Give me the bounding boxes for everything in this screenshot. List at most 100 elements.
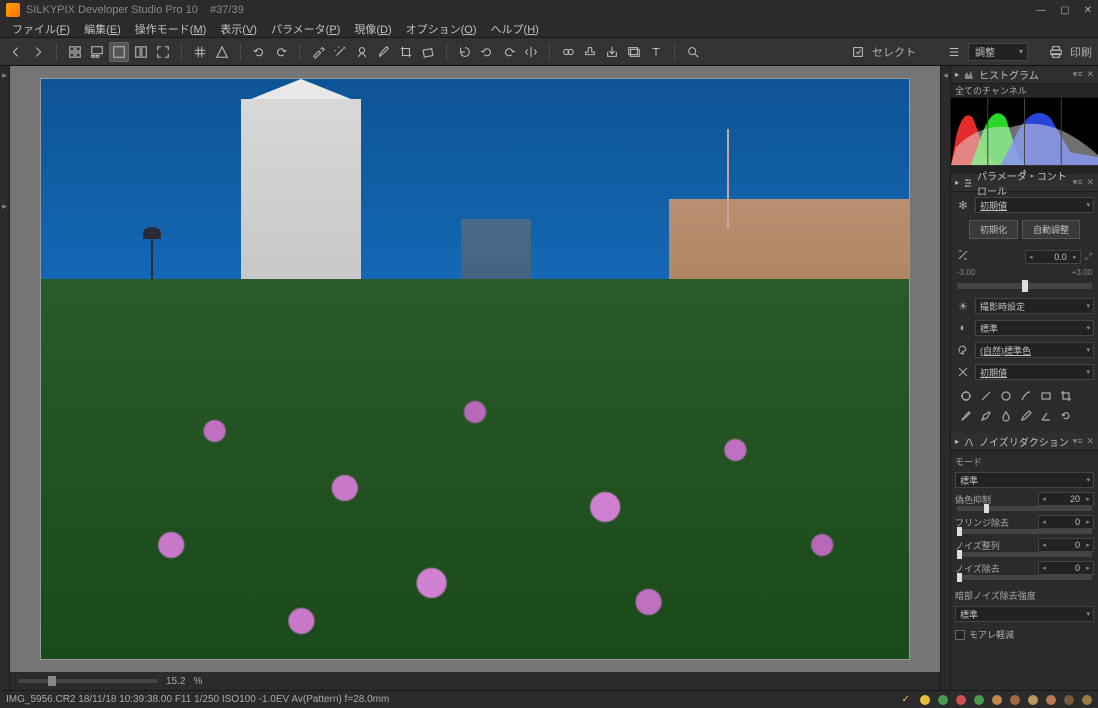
redo-icon[interactable]	[271, 42, 291, 62]
histogram-channel[interactable]: 全てのチャンネル	[951, 84, 1098, 98]
grid-icon[interactable]	[190, 42, 210, 62]
pen-icon[interactable]	[977, 407, 995, 425]
minimize-button[interactable]: —	[1036, 5, 1046, 16]
panel-menu-icon[interactable]: ▾≡	[1073, 177, 1083, 188]
edit-icon[interactable]	[1017, 407, 1035, 425]
tone-icon[interactable]	[977, 387, 995, 405]
multi-view-icon[interactable]	[131, 42, 151, 62]
highlight-icon[interactable]	[957, 387, 975, 405]
panel-menu-icon[interactable]: ▾≡	[1073, 436, 1083, 447]
noise-spinner-2[interactable]: ◂0▸	[1038, 538, 1094, 552]
menu-ファイル[interactable]: ファイル(F)	[6, 20, 76, 38]
rotate-ccw-icon[interactable]	[477, 42, 497, 62]
back-icon[interactable]	[6, 42, 26, 62]
contrast-dropdown[interactable]: 標準	[975, 320, 1094, 336]
warning-icon[interactable]	[212, 42, 232, 62]
sharp-dropdown[interactable]: 初期値	[975, 364, 1094, 380]
loupe-icon[interactable]	[683, 42, 703, 62]
skin-tone-icon[interactable]	[352, 42, 372, 62]
zoom-slider[interactable]	[18, 679, 158, 683]
select-mode-icon[interactable]	[848, 42, 868, 62]
menu-パラメータ[interactable]: パラメータ(P)	[265, 20, 346, 38]
status-dot[interactable]	[920, 695, 930, 705]
init-button[interactable]: 初期化	[969, 220, 1018, 239]
status-dot[interactable]	[1028, 695, 1038, 705]
rotate-free-icon[interactable]	[418, 42, 438, 62]
spot-icon[interactable]	[558, 42, 578, 62]
noise-slider-0[interactable]	[957, 506, 1092, 511]
curve-icon[interactable]	[1017, 387, 1035, 405]
histogram-header[interactable]: ▸ ヒストグラム ▾≡✕	[951, 66, 1098, 84]
expand-left2-icon[interactable]: ▸	[2, 201, 7, 212]
panel-close-icon[interactable]: ✕	[1086, 69, 1094, 80]
preset-dropdown[interactable]: 初期値	[975, 197, 1094, 213]
export-icon[interactable]	[602, 42, 622, 62]
eyedropper-icon[interactable]	[308, 42, 328, 62]
adjust-list-icon[interactable]	[944, 42, 964, 62]
moire-checkbox[interactable]	[955, 630, 965, 640]
undo-icon[interactable]	[249, 42, 269, 62]
layers-icon[interactable]	[624, 42, 644, 62]
menu-編集[interactable]: 編集(E)	[78, 20, 127, 38]
collapse-right-icon[interactable]: ◂	[943, 70, 948, 81]
rotate-left-icon[interactable]	[455, 42, 475, 62]
panel-close-icon[interactable]: ✕	[1086, 436, 1094, 447]
print-icon[interactable]	[1046, 42, 1066, 62]
menu-オプション[interactable]: オプション(O)	[400, 20, 483, 38]
crop-icon[interactable]	[396, 42, 416, 62]
expand-icon[interactable]: ⤢	[1085, 251, 1092, 262]
exposure-spinner[interactable]: ◂0.0▸	[1025, 250, 1081, 264]
noise-spinner-1[interactable]: ◂0▸	[1038, 515, 1094, 529]
flip-icon[interactable]	[521, 42, 541, 62]
status-dot[interactable]	[974, 695, 984, 705]
panel-close-icon[interactable]: ✕	[1086, 177, 1094, 188]
forward-icon[interactable]	[28, 42, 48, 62]
color-dropdown[interactable]: (自然)標準色	[975, 342, 1094, 358]
noise-spinner-0[interactable]: ◂20▸	[1038, 492, 1094, 506]
param-header[interactable]: ▸ パラメータ・コントロール ▾≡✕	[951, 174, 1098, 192]
menu-操作モード[interactable]: 操作モード(M)	[129, 20, 213, 38]
status-dot[interactable]	[1010, 695, 1020, 705]
adjust-dropdown[interactable]: 調整	[968, 43, 1028, 61]
refresh-icon[interactable]	[1057, 407, 1075, 425]
lens-icon[interactable]	[997, 387, 1015, 405]
noise-mode-dropdown[interactable]: 標準	[955, 472, 1094, 488]
rect-icon[interactable]	[1037, 387, 1055, 405]
maximize-button[interactable]: ▢	[1060, 5, 1069, 16]
crop2-icon[interactable]	[1057, 387, 1075, 405]
auto-button[interactable]: 自動調整	[1022, 220, 1080, 239]
text-icon[interactable]	[646, 42, 666, 62]
wb-dropdown[interactable]: 撮影時設定	[975, 298, 1094, 314]
noise-slider-1[interactable]	[957, 529, 1092, 534]
wand-icon[interactable]	[330, 42, 350, 62]
noise-slider-2[interactable]	[957, 552, 1092, 557]
blur-icon[interactable]	[997, 407, 1015, 425]
close-button[interactable]: ✕	[1084, 5, 1092, 16]
dark-noise-dropdown[interactable]: 標準	[955, 606, 1094, 622]
status-dot[interactable]	[1082, 695, 1092, 705]
noise-header[interactable]: ▸ ノイズリダクション ▾≡✕	[951, 433, 1098, 451]
preview-view-icon[interactable]	[109, 42, 129, 62]
panel-menu-icon[interactable]: ▾≡	[1073, 69, 1083, 80]
status-check-icon[interactable]: ✓	[902, 694, 910, 705]
expand-left-icon[interactable]: ▸	[2, 70, 7, 81]
menu-表示[interactable]: 表示(V)	[214, 20, 263, 38]
status-dot[interactable]	[1064, 695, 1074, 705]
brush2-icon[interactable]	[957, 407, 975, 425]
menu-現像[interactable]: 現像(D)	[348, 20, 397, 38]
noise-spinner-3[interactable]: ◂0▸	[1038, 561, 1094, 575]
status-dot[interactable]	[992, 695, 1002, 705]
combined-view-icon[interactable]	[87, 42, 107, 62]
brush-icon[interactable]	[374, 42, 394, 62]
fit-icon[interactable]	[153, 42, 173, 62]
menu-ヘルプ[interactable]: ヘルプ(H)	[485, 20, 545, 38]
stamp-icon[interactable]	[580, 42, 600, 62]
rotate-cw-icon[interactable]	[499, 42, 519, 62]
noise-slider-3[interactable]	[957, 575, 1092, 580]
angle-icon[interactable]	[1037, 407, 1055, 425]
status-dot[interactable]	[938, 695, 948, 705]
status-dot[interactable]	[956, 695, 966, 705]
moire-checkbox-row[interactable]: モアレ軽減	[955, 626, 1094, 643]
thumbnail-view-icon[interactable]	[65, 42, 85, 62]
exposure-slider[interactable]	[957, 283, 1092, 289]
